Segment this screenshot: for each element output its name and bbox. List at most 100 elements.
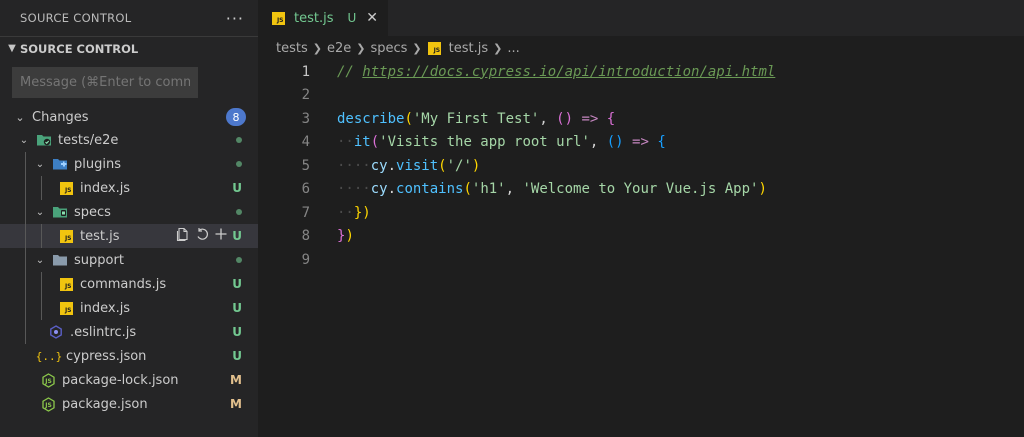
sidebar-header: SOURCE CONTROL ··· xyxy=(0,0,258,36)
code-line: 5 ···· cy. visit('/') xyxy=(258,154,1024,178)
open-file-icon[interactable] xyxy=(176,227,190,245)
line-number: 9 xyxy=(301,251,310,268)
stage-changes-icon[interactable] xyxy=(214,227,228,245)
indent-guide xyxy=(25,152,26,176)
tree-item-specs-test-js[interactable]: JS test.js U xyxy=(0,224,258,248)
svg-text:JS: JS xyxy=(44,402,52,409)
discard-changes-icon[interactable] xyxy=(195,227,209,245)
chevron-right-icon: ❯ xyxy=(356,41,366,55)
javascript-file-icon: JS xyxy=(58,228,74,244)
tree-item-plugins-index-js[interactable]: JS index.js U xyxy=(0,176,258,200)
status-badge xyxy=(236,248,242,272)
tree-item-label: commands.js xyxy=(80,276,167,292)
token: cy xyxy=(370,181,388,198)
status-badge: U xyxy=(232,349,242,363)
indent-guide: ···· xyxy=(337,157,371,174)
status-badge xyxy=(236,128,242,152)
status-badge: U xyxy=(232,229,242,243)
tree-item-support-commands-js[interactable]: JS commands.js U xyxy=(0,272,258,296)
indent-guide xyxy=(41,224,42,248)
source-control-section-header[interactable]: ▼ SOURCE CONTROL xyxy=(0,36,258,60)
chevron-right-icon: ❯ xyxy=(412,41,422,55)
token: ( xyxy=(404,110,413,127)
token: contains xyxy=(396,181,464,198)
code-line: 8 }) xyxy=(258,225,1024,249)
tree-item-label: test.js xyxy=(80,228,120,244)
ellipsis-icon[interactable]: ··· xyxy=(226,9,244,28)
status-badge xyxy=(236,200,242,224)
code-line: 7 ··}) xyxy=(258,201,1024,225)
token: it xyxy=(353,134,371,151)
javascript-file-icon: JS xyxy=(58,276,74,292)
line-number: 4 xyxy=(301,134,310,151)
breadcrumb-item[interactable]: specs xyxy=(370,41,407,56)
editor-area: JS test.js U ✕ tests ❯ e2e ❯ specs ❯ JS … xyxy=(258,0,1024,437)
breadcrumb-item[interactable]: e2e xyxy=(327,41,351,56)
folder-change-dot xyxy=(236,257,242,263)
token: , xyxy=(505,181,523,198)
tab-test-js[interactable]: JS test.js U ✕ xyxy=(258,0,389,36)
token: => xyxy=(573,110,607,127)
breadcrumb-item[interactable]: ... xyxy=(507,41,519,56)
token: describe xyxy=(337,110,405,127)
nodejs-icon: JS xyxy=(40,396,56,412)
indent-guide xyxy=(25,296,26,320)
test-folder-icon xyxy=(36,132,52,148)
status-badge: U xyxy=(232,181,242,195)
tree-item-support-index-js[interactable]: JS index.js U xyxy=(0,296,258,320)
token: 'Visits the app root url' xyxy=(379,134,590,151)
breadcrumb-item[interactable]: test.js xyxy=(449,41,488,56)
changes-group[interactable]: ⌄ Changes 8 xyxy=(0,106,258,128)
breadcrumb-item[interactable]: tests xyxy=(276,41,308,56)
source-control-sidebar: SOURCE CONTROL ··· ▼ SOURCE CONTROL ⌄ Ch… xyxy=(0,0,258,437)
code-editor[interactable]: 1 // https://docs.cypress.io/api/introdu… xyxy=(258,60,1024,272)
tree-item-tests-e2e[interactable]: ⌄ tests/e2e xyxy=(0,128,258,152)
comment-link[interactable]: https://docs.cypress.io/api/introduction… xyxy=(362,64,775,80)
indent-guide xyxy=(25,176,26,200)
changes-label: Changes xyxy=(32,109,89,125)
test-folder-icon xyxy=(52,204,68,220)
line-content: }) xyxy=(337,225,354,249)
javascript-file-icon: JS xyxy=(58,180,74,196)
tab-label: test.js xyxy=(294,10,334,26)
tree-item-eslintrc-js[interactable]: .eslintrc.js U xyxy=(0,320,258,344)
tree-item-support[interactable]: ⌄ support xyxy=(0,248,258,272)
sidebar-title: SOURCE CONTROL xyxy=(20,11,132,25)
tree-item-label: tests/e2e xyxy=(58,132,119,148)
section-title: SOURCE CONTROL xyxy=(20,41,139,56)
tree-item-specs[interactable]: ⌄ specs xyxy=(0,200,258,224)
tree-item-label: specs xyxy=(74,204,111,220)
line-number: 2 xyxy=(301,87,310,104)
tree-item-plugins[interactable]: ⌄ plugins xyxy=(0,152,258,176)
tree-item-cypress-json[interactable]: {..} cypress.json U xyxy=(0,344,258,368)
tree-item-package-json[interactable]: JS package.json M xyxy=(0,392,258,416)
line-number: 8 xyxy=(301,228,310,245)
line-number: 6 xyxy=(301,181,310,198)
tree-item-package-lock-json[interactable]: JS package-lock.json M xyxy=(0,368,258,392)
commit-message-input[interactable] xyxy=(12,67,198,98)
json-file-icon: {..} xyxy=(35,349,63,363)
line-content: ··}) xyxy=(337,201,371,225)
close-icon[interactable]: ✕ xyxy=(366,10,378,26)
indent-guide xyxy=(25,248,26,272)
token: ) xyxy=(345,228,354,245)
chevron-down-icon: ⌄ xyxy=(35,254,45,266)
code-line: 2 xyxy=(258,84,1024,108)
svg-text:JS: JS xyxy=(44,378,52,385)
token: . xyxy=(387,157,397,174)
chevron-right-icon: ❯ xyxy=(493,41,503,55)
token: cy xyxy=(370,157,388,174)
token: } xyxy=(337,228,346,245)
token: . xyxy=(387,181,397,198)
indent-guide xyxy=(41,272,42,296)
folder-change-dot xyxy=(236,161,242,167)
tree-item-label: cypress.json xyxy=(66,348,147,364)
changes-tree: ⌄ tests/e2e ⌄ plugins JS index.js U ⌄ sp… xyxy=(0,128,258,416)
comment: // xyxy=(337,63,363,80)
folder-icon xyxy=(52,252,68,268)
code-line: 9 xyxy=(258,248,1024,272)
javascript-file-icon: JS xyxy=(270,10,286,26)
token: ) xyxy=(471,157,481,174)
tree-item-label: package-lock.json xyxy=(62,372,179,388)
status-badge: U xyxy=(232,277,242,291)
